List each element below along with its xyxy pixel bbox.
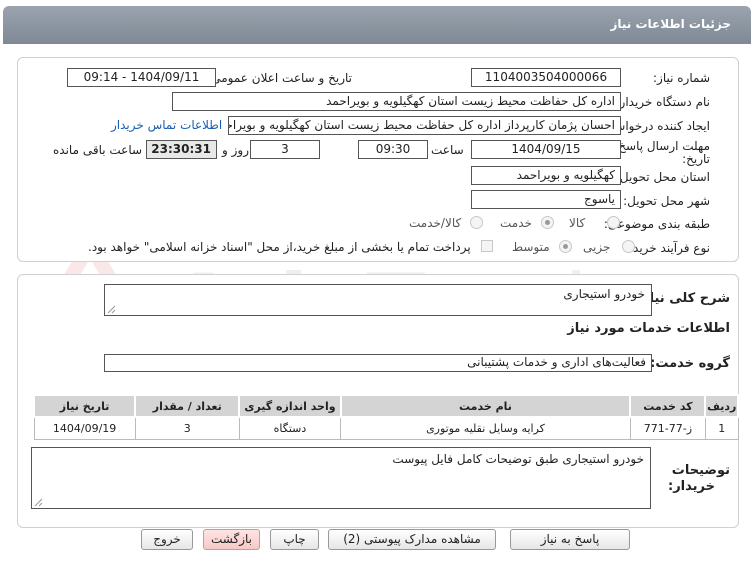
cell-service-code: ز-77-771 [629,416,706,440]
col-header-row-number: ردیف [704,394,739,418]
category-goods-radio[interactable] [607,216,620,229]
announce-date-field: 1404/09/11 - 09:14 [67,68,216,87]
page-title: جزئیات اطلاعات نیاز [610,17,731,31]
page-header: جزئیات اطلاعات نیاز [3,6,751,44]
buyer-org-field: اداره کل حفاظت محیط زیست استان کهگیلویه … [172,92,621,111]
time-remaining-label: ساعت باقی مانده [53,143,143,157]
purchase-medium-label: متوسط [512,240,550,254]
services-table: ردیف کد خدمت نام خدمت واحد اندازه گیری ت… [32,394,739,440]
service-group-field: فعالیت‌های اداری و خدمات پشتیبانی [104,354,652,372]
need-details-panel [17,57,739,262]
table-header-row: ردیف کد خدمت نام خدمت واحد اندازه گیری ت… [32,394,739,418]
back-button[interactable]: بازگشت [203,529,260,550]
need-number-label: شماره نیاز: [653,71,710,85]
purchase-minor-radio[interactable] [622,240,635,253]
need-number-field: 1104003504000066 [471,68,621,87]
deadline-date-field: 1404/09/15 [471,140,621,159]
deadline-label-date: تاریخ: [682,152,710,166]
cell-need-date: 1404/09/19 [33,416,136,440]
buyer-notes-label-2: خریدار: [668,479,715,494]
summary-text: خودرو استیجاری [563,287,645,301]
category-goods-service-radio[interactable] [470,216,483,229]
buyer-notes-label: توضیحات [671,463,730,478]
category-goods-label: کالا [569,216,586,230]
resize-grip-icon-notes[interactable] [34,498,43,507]
province-field: کهگیلویه و بویراحمد [471,166,621,185]
service-group-label: گروه خدمت: [650,356,730,371]
category-service-label: خدمت [500,216,532,230]
resize-grip-icon[interactable] [107,305,116,314]
purchase-medium-radio[interactable] [559,240,572,253]
requester-field: احسان پژمان کارپرداز اداره کل حفاظت محیط… [228,116,621,135]
city-label: شهر محل تحویل: [623,194,710,208]
buyer-contact-link[interactable]: اطلاعات تماس خریدار [111,118,222,132]
deadline-time-field: 09:30 [358,140,428,159]
province-label: استان محل تحویل: [615,170,710,184]
col-header-service-name: نام خدمت [339,394,632,418]
city-field: یاسوج [471,190,621,209]
col-header-need-date: تاریخ نیاز [32,394,137,418]
buyer-notes-field: خودرو استیجاری طبق توضیحات کامل فایل پیو… [31,447,651,509]
time-remaining-field: 23:30:31 [146,140,217,159]
table-row: 1 ز-77-771 کرایه وسایل نقلیه موتوری دستگ… [33,416,739,440]
col-header-service-code: کد خدمت [629,394,707,418]
treasury-payment-checkbox[interactable] [481,240,493,252]
col-header-quantity: تعداد / مقدار [134,394,241,418]
days-label: روز و [222,143,249,157]
cell-unit: دستگاه [238,416,342,440]
cell-service-name: کرایه وسایل نقلیه موتوری [340,416,631,440]
treasury-payment-note: پرداخت تمام یا بخشی از مبلغ خرید،از محل … [88,240,471,254]
days-remaining-field: 3 [250,140,320,159]
cell-row-number: 1 [704,416,739,440]
cell-quantity: 3 [134,416,240,440]
purchase-minor-label: جزیی [583,240,611,254]
buyer-org-label: نام دستگاه خریدار: [615,95,711,109]
services-section-title: اطلاعات خدمات مورد نیاز [567,321,730,336]
col-header-unit: واحد اندازه گیری [238,394,342,418]
print-button[interactable]: چاپ [270,529,319,550]
purchase-type-label: نوع فرآیند خرید : [625,241,710,255]
category-service-radio[interactable] [541,216,554,229]
summary-field: خودرو استیجاری [104,284,652,316]
reply-button[interactable]: پاسخ به نیاز [510,529,630,550]
buyer-notes-text: خودرو استیجاری طبق توضیحات کامل فایل پیو… [392,452,644,466]
announce-date-label: تاریخ و ساعت اعلان عمومی: [207,71,352,85]
category-goods-service-label: کالا/خدمت [409,216,462,230]
view-attachments-button[interactable]: مشاهده مدارک پیوستی (2) [328,529,496,550]
deadline-time-label: ساعت [431,143,464,157]
exit-button[interactable]: خروج [141,529,193,550]
